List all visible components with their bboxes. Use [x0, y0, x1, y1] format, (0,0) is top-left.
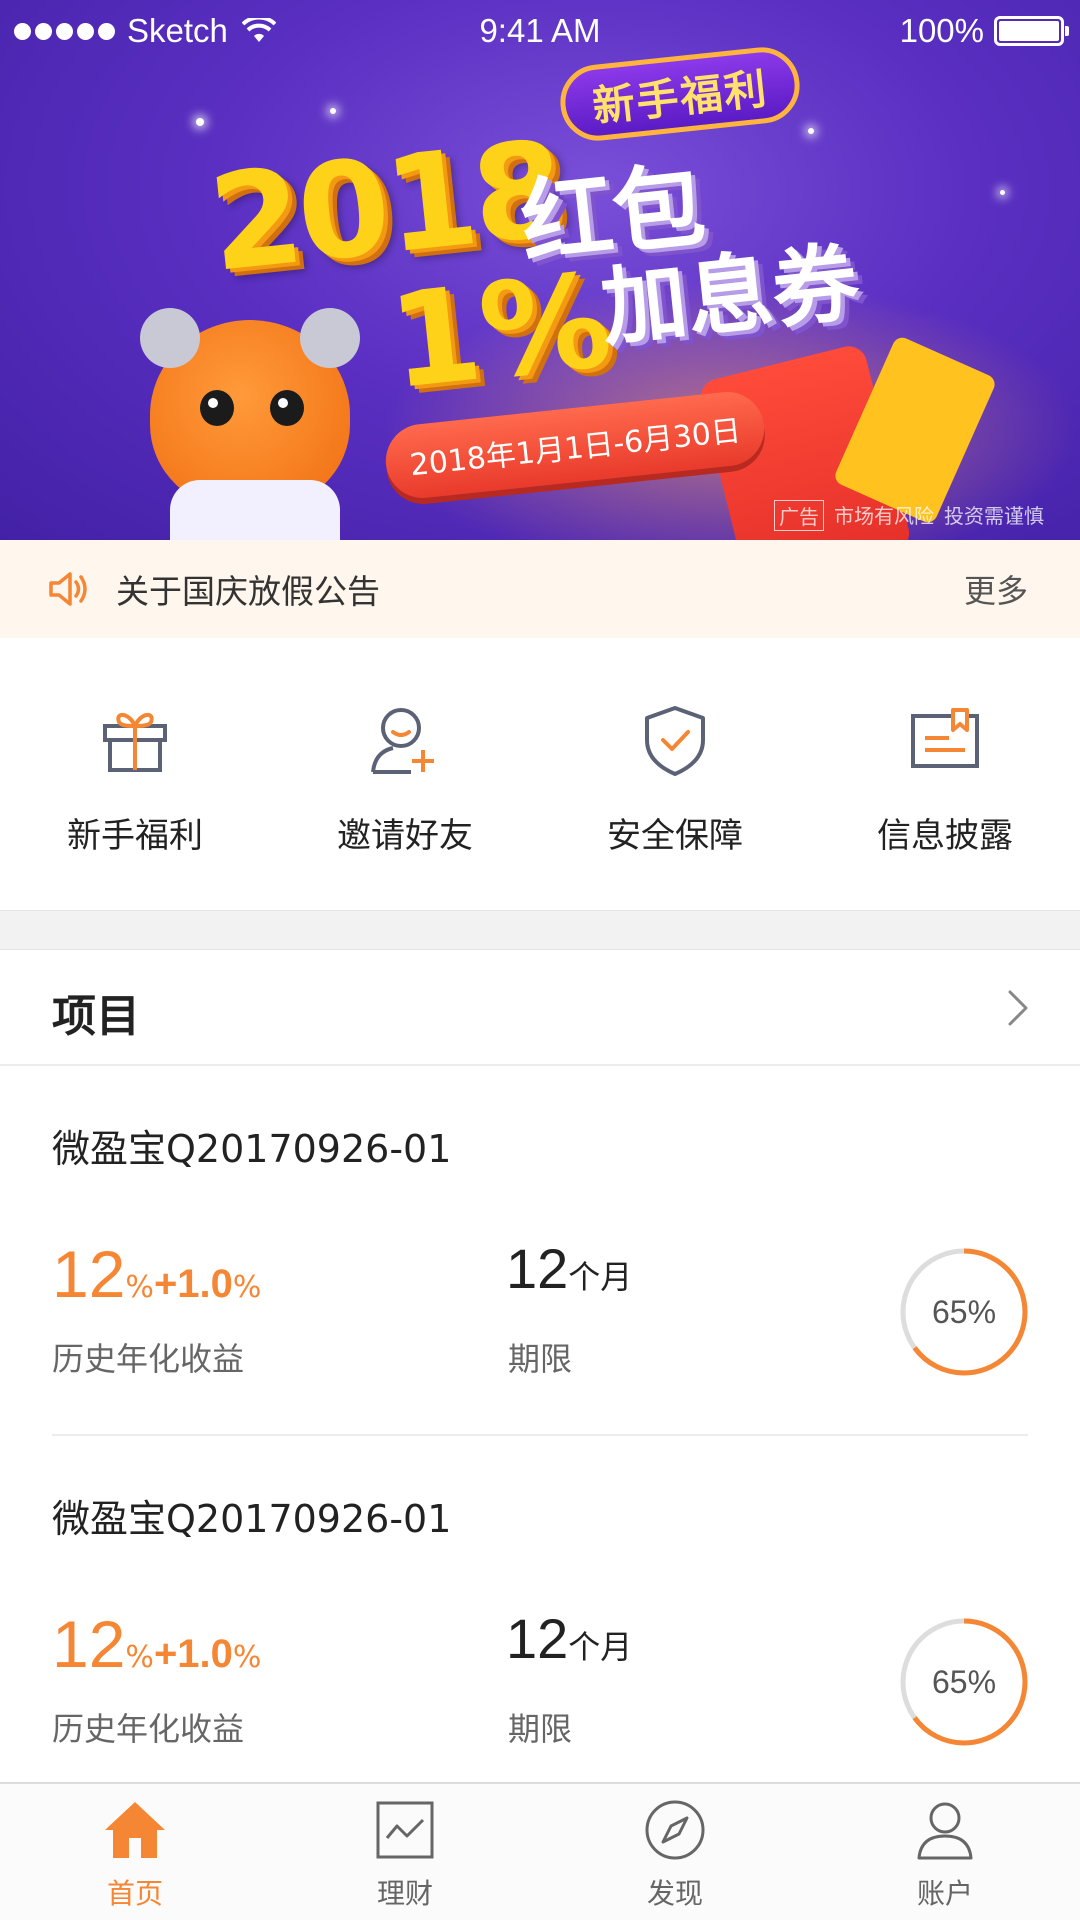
progress-text: 65%: [931, 1293, 997, 1330]
product-card[interactable]: 微盈宝Q20170926-01 12%+1.0% 历史年化收益 12个月 期限 …: [0, 1066, 1080, 1436]
mascot-illustration: [140, 308, 360, 540]
promo-banner[interactable]: 新手福利 2018 红包 1% 加息券 2018年1月1日-6月30日 广告 市…: [0, 0, 1080, 540]
tab-bar: 首页 理财 发现 账户: [0, 1782, 1080, 1920]
tab-label: 理财: [376, 1877, 433, 1910]
progress-ring: 65%: [898, 1246, 1030, 1378]
caution-notice: 投资需谨慎: [944, 504, 1044, 528]
add-friend-icon: [371, 708, 434, 774]
quick-label: 新手福利: [67, 816, 203, 856]
home-icon: [105, 1802, 165, 1858]
user-icon: [917, 1802, 973, 1860]
gift-icon: [103, 713, 167, 772]
quick-menu: 新手福利 邀请好友 安全保障 信息披露: [0, 638, 1080, 910]
tab-account[interactable]: 账户: [810, 1784, 1080, 1920]
rate-label: 历史年化收益: [52, 1710, 245, 1748]
quick-item-invite[interactable]: 邀请好友: [270, 638, 540, 910]
tab-finance[interactable]: 理财: [270, 1784, 540, 1920]
rate-label: 历史年化收益: [52, 1340, 245, 1378]
chart-icon: [376, 1801, 434, 1859]
banner-star: [330, 108, 336, 114]
section-divider: [0, 910, 1080, 950]
term-label: 期限: [508, 1340, 573, 1378]
product-rate: 12%+1.0%: [52, 1237, 262, 1311]
banner-disclaimer: 广告 市场有风险 投资需谨慎: [774, 500, 1044, 531]
progress-text: 65%: [931, 1663, 997, 1700]
notice-bar[interactable]: 关于国庆放假公告 更多: [0, 540, 1080, 638]
tab-label: 账户: [916, 1877, 973, 1910]
progress-ring: 65%: [898, 1616, 1030, 1748]
quick-item-disclosure[interactable]: 信息披露: [810, 638, 1080, 910]
tab-label: 首页: [106, 1877, 163, 1910]
projects-title: 项目: [52, 991, 140, 1042]
battery-icon: [994, 16, 1069, 46]
quick-label: 邀请好友: [337, 816, 473, 856]
notice-text[interactable]: 关于国庆放假公告: [116, 565, 380, 613]
product-term: 12个月: [506, 1237, 633, 1300]
notice-more-link[interactable]: 更多: [964, 566, 1028, 612]
tab-home[interactable]: 首页: [0, 1784, 270, 1920]
quick-item-newbie[interactable]: 新手福利: [0, 638, 270, 910]
compass-icon: [645, 1800, 705, 1860]
banner-headline-rate: 1%: [382, 243, 619, 419]
tab-discover[interactable]: 发现: [540, 1784, 810, 1920]
product-name: 微盈宝Q20170926-01: [52, 1127, 452, 1171]
projects-header[interactable]: 项目: [0, 950, 1080, 1066]
risk-notice: 市场有风险: [834, 504, 934, 528]
quick-item-security[interactable]: 安全保障: [540, 638, 810, 910]
product-term: 12个月: [506, 1607, 633, 1670]
speaker-icon: [49, 572, 87, 606]
disclosure-icon: [911, 708, 979, 768]
tab-label: 发现: [646, 1877, 703, 1910]
shield-check-icon: [645, 706, 705, 776]
battery-percent: 100%: [899, 12, 984, 49]
banner-star: [1000, 190, 1005, 195]
status-bar: Sketch 9:41 AM 100%: [0, 0, 1080, 64]
product-name: 微盈宝Q20170926-01: [52, 1497, 452, 1541]
quick-label: 信息披露: [877, 816, 1013, 856]
banner-star: [196, 118, 204, 126]
term-label: 期限: [508, 1710, 573, 1748]
product-rate: 12%+1.0%: [52, 1607, 262, 1681]
product-card[interactable]: 微盈宝Q20170926-01 12%+1.0% 历史年化收益 12个月 期限 …: [0, 1436, 1080, 1806]
quick-label: 安全保障: [607, 816, 743, 856]
banner-star: [808, 128, 814, 134]
chevron-right-icon[interactable]: [1002, 988, 1032, 1028]
ad-label: 广告: [774, 500, 824, 531]
